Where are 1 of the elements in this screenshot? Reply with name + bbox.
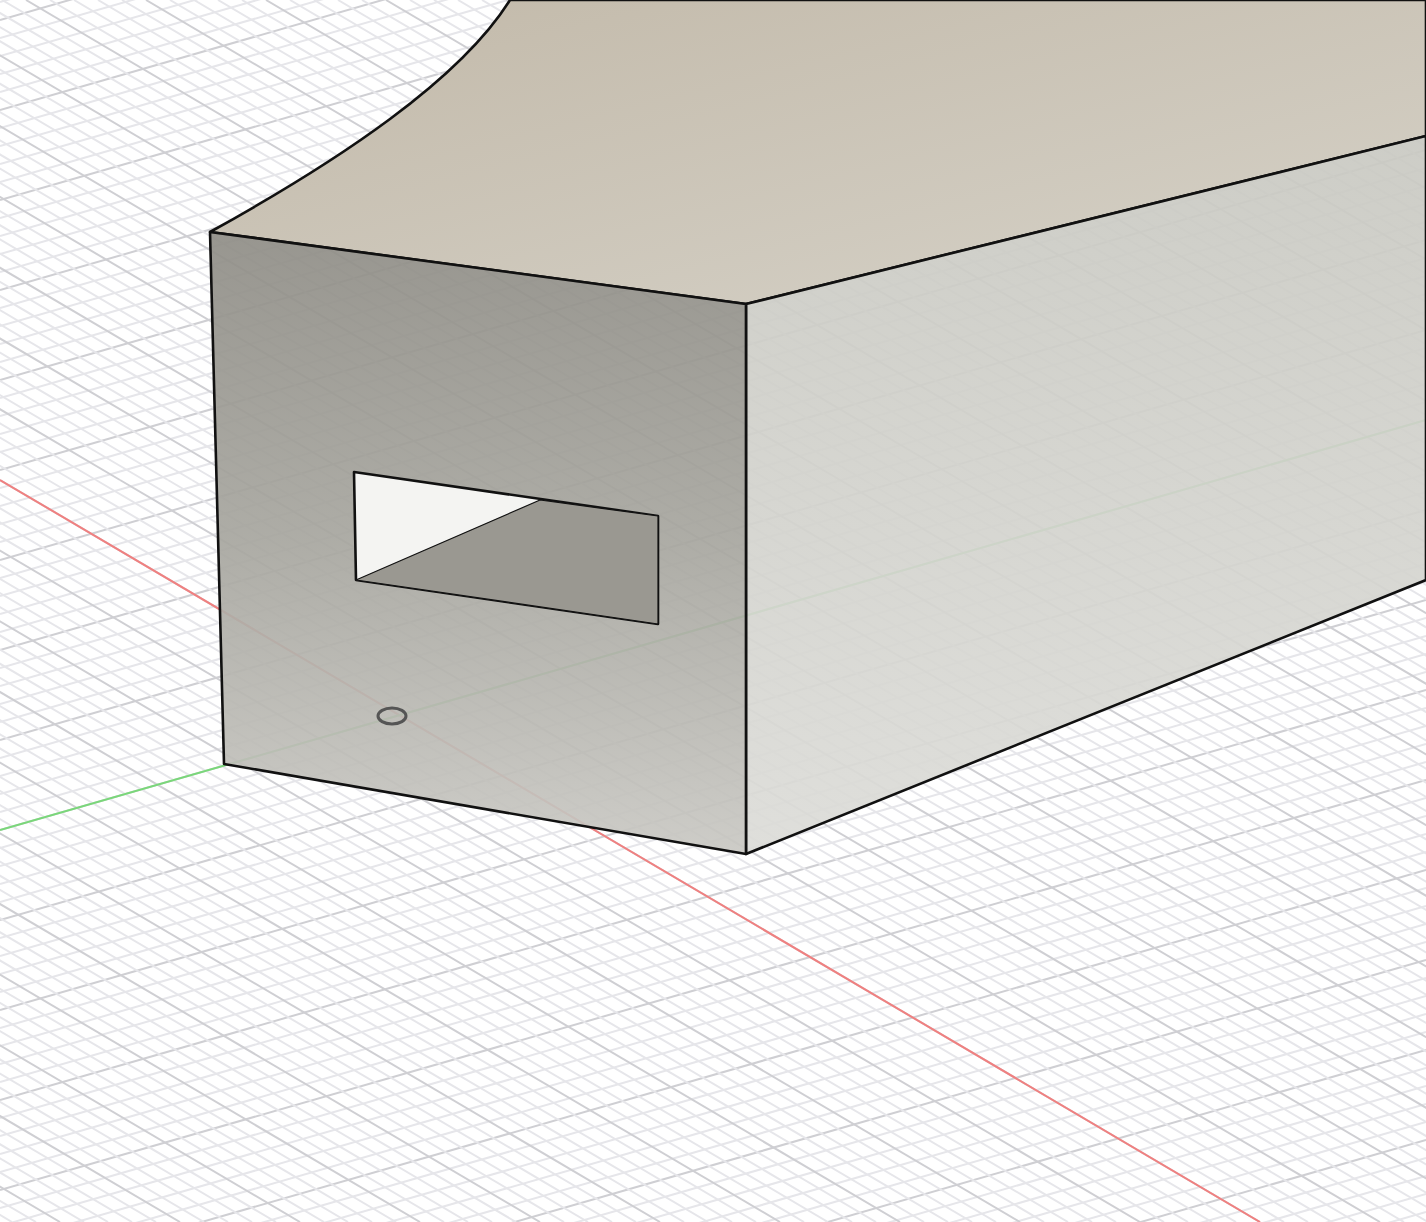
origin-icon[interactable] <box>376 706 408 726</box>
